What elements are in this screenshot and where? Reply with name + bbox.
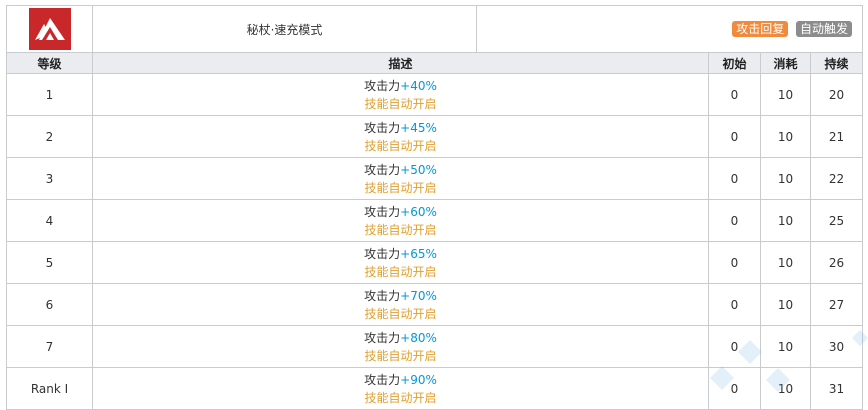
description-attack-line: 攻击力+45% <box>93 119 708 137</box>
description-cell: 攻击力+80% 技能自动开启 <box>92 325 709 368</box>
description-attack-line: 攻击力+70% <box>93 287 708 305</box>
cost-cell: 10 <box>760 73 811 116</box>
skill-icon-cell <box>6 5 93 53</box>
description-attack-line: 攻击力+40% <box>93 77 708 95</box>
description-cell: 攻击力+45% 技能自动开启 <box>92 115 709 158</box>
description-auto-activate: 技能自动开启 <box>364 222 437 237</box>
level-cell: 7 <box>6 325 93 368</box>
description-attack-line: 攻击力+65% <box>93 245 708 263</box>
description-auto-activate: 技能自动开启 <box>364 180 437 195</box>
skill-tags: 攻击回复 自动触发 <box>475 5 864 53</box>
description-attack-line: 攻击力+90% <box>93 371 708 389</box>
column-header-cost: 消耗 <box>760 52 811 74</box>
description-cell: 攻击力+60% 技能自动开启 <box>92 199 709 242</box>
description-cell: 攻击力+70% 技能自动开启 <box>92 283 709 326</box>
description-attack-bonus: +45% <box>400 120 437 135</box>
cost-cell: 10 <box>760 199 811 242</box>
initial-cell: 0 <box>708 73 761 116</box>
table-row: 4 攻击力+60% 技能自动开启 0 10 25 <box>6 199 864 242</box>
watermark-diamonds-icon <box>710 330 868 392</box>
description-attack-bonus: +90% <box>400 372 437 387</box>
description-cell: 攻击力+40% 技能自动开启 <box>92 73 709 116</box>
table-row: 6 攻击力+70% 技能自动开启 0 10 27 <box>6 283 864 326</box>
cost-cell: 10 <box>760 157 811 200</box>
description-attack-bonus: +40% <box>400 78 437 93</box>
column-header-description: 描述 <box>92 52 709 74</box>
cost-cell: 10 <box>760 241 811 284</box>
skill-name: 秘杖·速充模式 <box>92 5 477 53</box>
description-attack-bonus: +70% <box>400 288 437 303</box>
description-attack-line: 攻击力+80% <box>93 329 708 347</box>
duration-cell: 26 <box>809 241 864 284</box>
description-auto-activate: 技能自动开启 <box>364 96 437 111</box>
description-attack-bonus: +80% <box>400 330 437 345</box>
level-cell: 4 <box>6 199 93 242</box>
description-auto-activate: 技能自动开启 <box>364 390 437 405</box>
table-row: 5 攻击力+65% 技能自动开启 0 10 26 <box>6 241 864 284</box>
description-attack-label: 攻击力 <box>364 78 401 93</box>
description-attack-label: 攻击力 <box>364 246 401 261</box>
description-auto-activate: 技能自动开启 <box>364 138 437 153</box>
column-header-row: 等级 描述 初始 消耗 持续 <box>6 52 864 74</box>
initial-cell: 0 <box>708 199 761 242</box>
description-cell: 攻击力+90% 技能自动开启 <box>92 367 709 410</box>
table-row: 2 攻击力+45% 技能自动开启 0 10 21 <box>6 115 864 158</box>
description-attack-line: 攻击力+60% <box>93 203 708 221</box>
duration-cell: 22 <box>809 157 864 200</box>
initial-cell: 0 <box>708 115 761 158</box>
description-attack-bonus: +65% <box>400 246 437 261</box>
description-attack-label: 攻击力 <box>364 162 401 177</box>
cost-cell: 10 <box>760 115 811 158</box>
column-header-initial: 初始 <box>708 52 761 74</box>
description-auto-activate: 技能自动开启 <box>364 348 437 363</box>
table-row: 1 攻击力+40% 技能自动开启 0 10 20 <box>6 73 864 116</box>
initial-cell: 0 <box>708 283 761 326</box>
column-header-duration: 持续 <box>809 52 864 74</box>
initial-cell: 0 <box>708 241 761 284</box>
level-cell: 3 <box>6 157 93 200</box>
level-cell: 5 <box>6 241 93 284</box>
tag-attack-recovery: 攻击回复 <box>732 21 789 37</box>
column-header-level: 等级 <box>6 52 93 74</box>
skill-header-row: 秘杖·速充模式 攻击回复 自动触发 <box>6 5 864 53</box>
description-auto-activate: 技能自动开启 <box>364 306 437 321</box>
description-cell: 攻击力+65% 技能自动开启 <box>92 241 709 284</box>
description-attack-label: 攻击力 <box>364 330 401 345</box>
level-cell: 1 <box>6 73 93 116</box>
duration-cell: 20 <box>809 73 864 116</box>
table-row: 3 攻击力+50% 技能自动开启 0 10 22 <box>6 157 864 200</box>
level-cell: 6 <box>6 283 93 326</box>
duration-cell: 21 <box>809 115 864 158</box>
description-auto-activate: 技能自动开启 <box>364 264 437 279</box>
triangle-peaks-icon <box>28 8 71 50</box>
description-attack-bonus: +50% <box>400 162 437 177</box>
description-attack-label: 攻击力 <box>364 288 401 303</box>
duration-cell: 25 <box>809 199 864 242</box>
duration-cell: 27 <box>809 283 864 326</box>
description-attack-line: 攻击力+50% <box>93 161 708 179</box>
description-attack-label: 攻击力 <box>364 372 401 387</box>
description-attack-bonus: +60% <box>400 204 437 219</box>
description-attack-label: 攻击力 <box>364 204 401 219</box>
initial-cell: 0 <box>708 157 761 200</box>
description-attack-label: 攻击力 <box>364 120 401 135</box>
level-cell: Rank Ⅰ <box>6 367 93 410</box>
cost-cell: 10 <box>760 283 811 326</box>
level-cell: 2 <box>6 115 93 158</box>
tag-auto-trigger: 自动触发 <box>796 21 853 37</box>
description-cell: 攻击力+50% 技能自动开启 <box>92 157 709 200</box>
